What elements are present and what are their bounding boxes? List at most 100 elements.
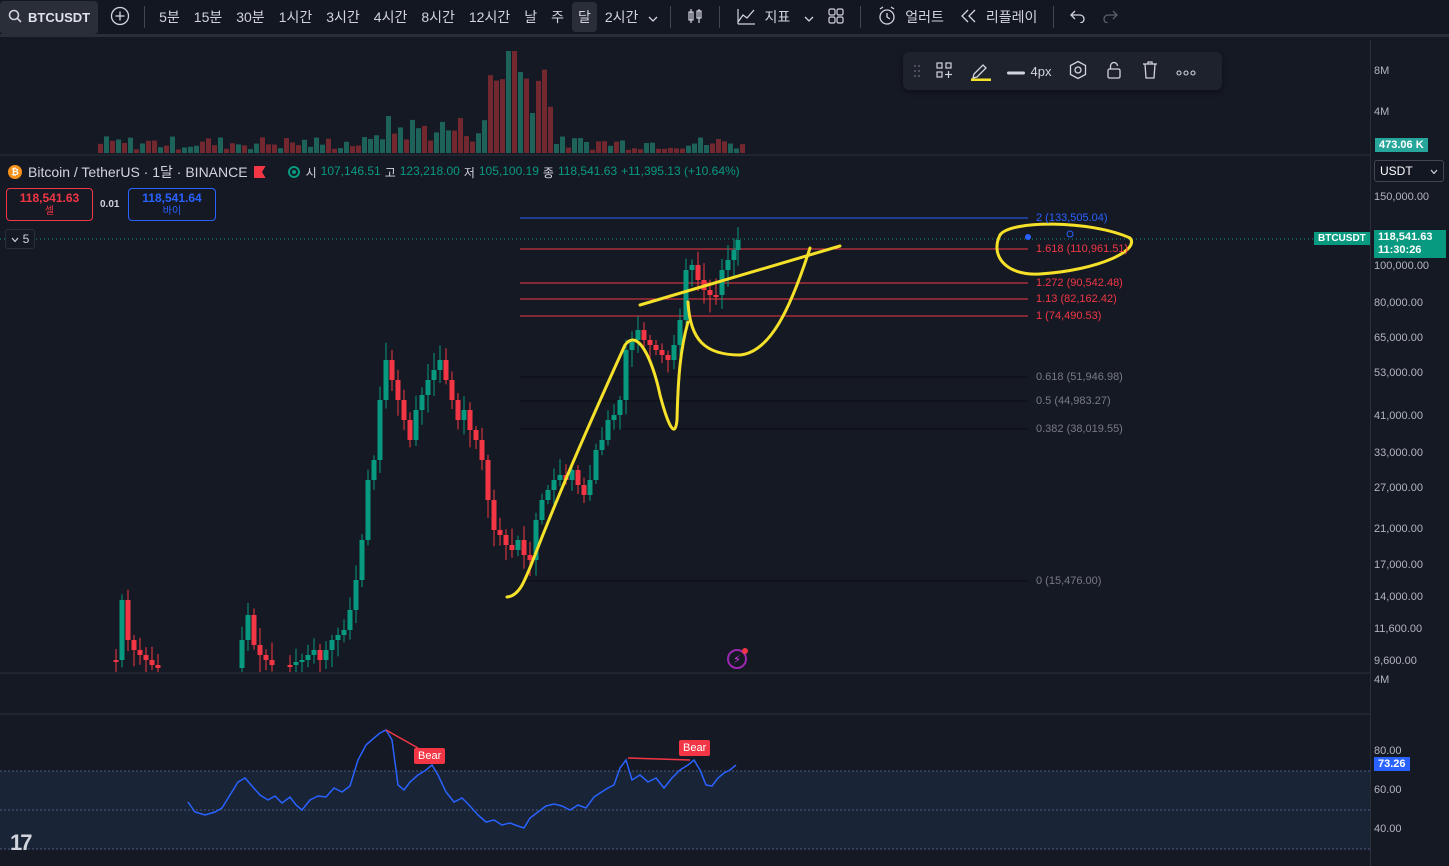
chart-type-button[interactable] bbox=[679, 2, 711, 32]
candle-body bbox=[509, 545, 515, 550]
layouts-button[interactable] bbox=[820, 2, 852, 32]
volume-bar bbox=[710, 143, 715, 153]
indicator-count: 5 bbox=[22, 232, 30, 246]
more-button[interactable] bbox=[1169, 56, 1203, 86]
interval-button[interactable]: 달 bbox=[572, 2, 597, 32]
interval-dropdown-button[interactable] bbox=[644, 2, 662, 32]
alert-button[interactable]: 얼러트 bbox=[869, 2, 952, 32]
tradingview-logo[interactable]: 17 bbox=[10, 830, 33, 856]
settings-button[interactable] bbox=[1061, 56, 1095, 86]
line-color-button[interactable] bbox=[963, 56, 997, 86]
chevron-down-icon bbox=[648, 9, 658, 25]
fib-level-label: 1.618 (110,961.51) bbox=[1036, 243, 1129, 255]
volume-bar bbox=[212, 145, 217, 153]
interval-button[interactable]: 1시간 bbox=[273, 2, 319, 32]
candle-body bbox=[491, 500, 497, 530]
volume-bar bbox=[494, 80, 499, 153]
interval-button[interactable]: 날 bbox=[518, 2, 543, 32]
interval-button[interactable]: 주 bbox=[545, 2, 570, 32]
candle-body bbox=[611, 415, 617, 420]
volume-bar bbox=[572, 138, 577, 153]
symbol-title[interactable]: Bitcoin / TetherUS · 1달 · BINANCE bbox=[28, 162, 248, 182]
indicators-button[interactable]: 지표 bbox=[728, 2, 798, 32]
redo-button[interactable] bbox=[1094, 2, 1126, 32]
volume-bar bbox=[584, 142, 589, 153]
search-icon bbox=[8, 9, 22, 26]
sell-button[interactable]: 118,541.63 셀 bbox=[6, 188, 93, 221]
flag-icon[interactable] bbox=[253, 166, 266, 178]
volume-bar bbox=[266, 144, 271, 153]
delete-button[interactable] bbox=[1133, 56, 1167, 86]
toolbar-divider bbox=[860, 6, 862, 28]
candle-body bbox=[257, 645, 263, 655]
interval-button[interactable]: 4시간 bbox=[368, 2, 414, 32]
candle-body bbox=[245, 615, 251, 640]
interval-button[interactable]: 2시간 bbox=[599, 2, 645, 32]
volume-bar bbox=[272, 144, 277, 153]
candle-body bbox=[335, 635, 341, 640]
candle-body bbox=[293, 662, 299, 665]
volume-bar bbox=[416, 128, 421, 153]
low-value: 105,100.19 bbox=[478, 163, 539, 178]
interval-button[interactable]: 15분 bbox=[188, 2, 228, 32]
interval-button[interactable]: 12시간 bbox=[463, 2, 516, 32]
interval-button[interactable]: 5분 bbox=[153, 2, 186, 32]
axis-tick-label: 21,000.00 bbox=[1374, 523, 1423, 535]
volume-bar bbox=[122, 142, 127, 153]
candle-body bbox=[401, 400, 407, 420]
replay-button[interactable]: 리플레이 bbox=[952, 2, 1046, 32]
legend-collapse-button[interactable]: 5 bbox=[5, 229, 35, 249]
volume-bar bbox=[386, 116, 391, 153]
volume-bar bbox=[230, 143, 235, 153]
volume-bar bbox=[308, 146, 313, 153]
candle-body bbox=[551, 480, 557, 490]
lock-button[interactable] bbox=[1097, 56, 1131, 86]
interval-button[interactable]: 30분 bbox=[230, 2, 270, 32]
open-value: 107,146.51 bbox=[320, 163, 381, 178]
candle-body bbox=[473, 430, 479, 440]
volume-bar bbox=[698, 137, 703, 153]
candle-body bbox=[593, 450, 599, 480]
volume-bar bbox=[662, 148, 667, 153]
candle-body bbox=[143, 655, 149, 660]
templates-button[interactable] bbox=[927, 56, 961, 86]
candle-body bbox=[353, 580, 359, 610]
volume-bar bbox=[290, 142, 295, 153]
volume-bar bbox=[626, 149, 631, 153]
gear-icon bbox=[1068, 60, 1088, 83]
drag-handle[interactable] bbox=[909, 56, 925, 86]
indicators-dropdown-button[interactable] bbox=[798, 2, 820, 32]
volume-bar bbox=[614, 141, 619, 153]
currency-select[interactable]: USDT bbox=[1374, 160, 1444, 182]
volume-bar bbox=[296, 145, 301, 153]
buy-button[interactable]: 118,541.64 바이 bbox=[128, 188, 216, 221]
candle-body bbox=[515, 540, 521, 550]
line-width-button[interactable]: 4px bbox=[999, 56, 1059, 86]
interval-button[interactable]: 8시간 bbox=[415, 2, 461, 32]
candle-body bbox=[359, 540, 365, 580]
drawing-toolbar: 4px bbox=[903, 52, 1222, 90]
axis-tick-label: 150,000.00 bbox=[1374, 191, 1430, 203]
axis-tick-label: 11,600.00 bbox=[1374, 623, 1423, 635]
compare-symbol-button[interactable] bbox=[104, 2, 136, 32]
plus-circle-icon bbox=[110, 6, 130, 29]
volume-bar bbox=[284, 138, 289, 153]
lightning-icon[interactable]: ⚡ bbox=[727, 648, 748, 669]
volume-bar bbox=[500, 79, 505, 153]
volume-bar bbox=[428, 140, 433, 153]
candle-body bbox=[251, 615, 257, 645]
candle-body bbox=[383, 360, 389, 400]
interval-button[interactable]: 3시간 bbox=[320, 2, 366, 32]
symbol-search-button[interactable]: BTCUSDT bbox=[0, 0, 99, 34]
candle-body bbox=[377, 400, 383, 460]
candle-body bbox=[521, 540, 527, 555]
volume-bar bbox=[590, 149, 595, 153]
low-key: 저 bbox=[463, 165, 475, 180]
spread-value: 0.01 bbox=[100, 199, 120, 210]
line-width-icon bbox=[1006, 64, 1025, 79]
undo-button[interactable] bbox=[1062, 2, 1094, 32]
symbol-label: BTCUSDT bbox=[28, 9, 91, 25]
volume-bar bbox=[98, 143, 103, 153]
volume-bar bbox=[476, 133, 481, 153]
volume-bar bbox=[554, 143, 559, 153]
